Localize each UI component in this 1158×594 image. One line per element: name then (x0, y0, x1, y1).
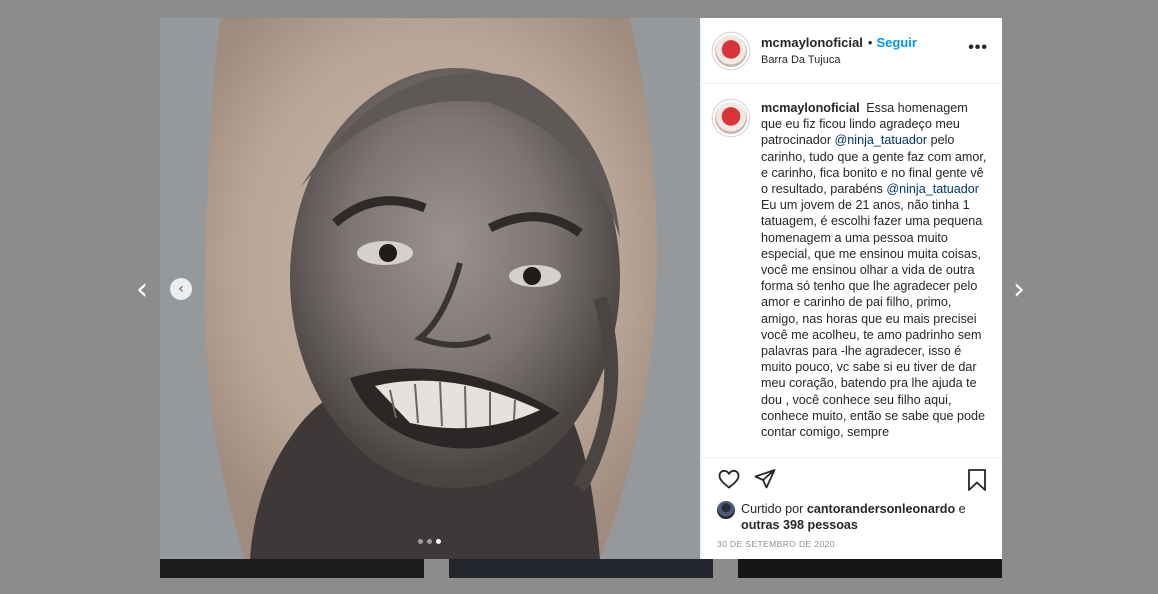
feed-thumbnail[interactable] (160, 556, 424, 578)
mention-link[interactable]: @ninja_tatuador (886, 182, 979, 196)
feed-thumbnail[interactable] (449, 556, 713, 578)
likes-prefix: Curtido por (741, 501, 807, 516)
more-options-icon[interactable]: ••• (968, 40, 988, 56)
next-post-arrow-icon[interactable]: › (1007, 275, 1031, 305)
post-sidebar: mcmaylonoficial • Seguir Barra Da Tujuca… (700, 18, 1002, 559)
likes-middle: e (955, 501, 966, 516)
avatar[interactable] (713, 32, 749, 69)
paper-plane-icon[interactable] (753, 467, 777, 491)
feed-thumbnail[interactable] (738, 556, 1002, 578)
mention-link[interactable]: @ninja_tatuador (835, 133, 928, 147)
post-caption: mcmaylonoficial Essa homenagem que eu fi… (761, 100, 988, 457)
carousel-dot (427, 539, 432, 544)
previous-post-arrow-icon[interactable]: ‹ (130, 275, 154, 305)
liker-username-link[interactable]: cantorandersonleonardo (807, 502, 955, 516)
caption-area: mcmaylonoficial Essa homenagem que eu fi… (701, 84, 1002, 457)
carousel-previous-button[interactable]: ‹ (170, 278, 192, 300)
bookmark-icon[interactable] (966, 468, 988, 492)
post-header: mcmaylonoficial • Seguir Barra Da Tujuca… (701, 18, 1002, 84)
location-link[interactable]: Barra Da Tujuca (761, 54, 917, 66)
heart-icon[interactable] (717, 467, 741, 491)
username-link[interactable]: mcmaylonoficial (761, 35, 863, 50)
likes-summary: Curtido por cantorandersonleonardo e out… (701, 500, 1002, 533)
post-date[interactable]: 30 DE SETEMBRO DE 2020 (701, 533, 1002, 549)
tattoo-photo (160, 18, 700, 559)
post-modal: ‹ mcmaylonoficial • Seguir Barra Da Tuju… (160, 18, 1002, 559)
caption-username-link[interactable]: mcmaylonoficial (761, 101, 860, 115)
separator: • (867, 35, 873, 50)
caption-text: Eu um jovem de 21 anos, não tinha 1 tatu… (761, 198, 986, 440)
post-image: ‹ (160, 18, 700, 559)
action-bar (701, 456, 1002, 501)
likes-count-link[interactable]: outras 398 pessoas (741, 518, 858, 532)
avatar[interactable] (713, 100, 749, 136)
liker-avatar[interactable] (717, 500, 735, 519)
carousel-dot (418, 539, 423, 544)
carousel-indicator (418, 539, 441, 544)
follow-button[interactable]: Seguir (876, 35, 916, 50)
carousel-dot-active (436, 539, 441, 544)
